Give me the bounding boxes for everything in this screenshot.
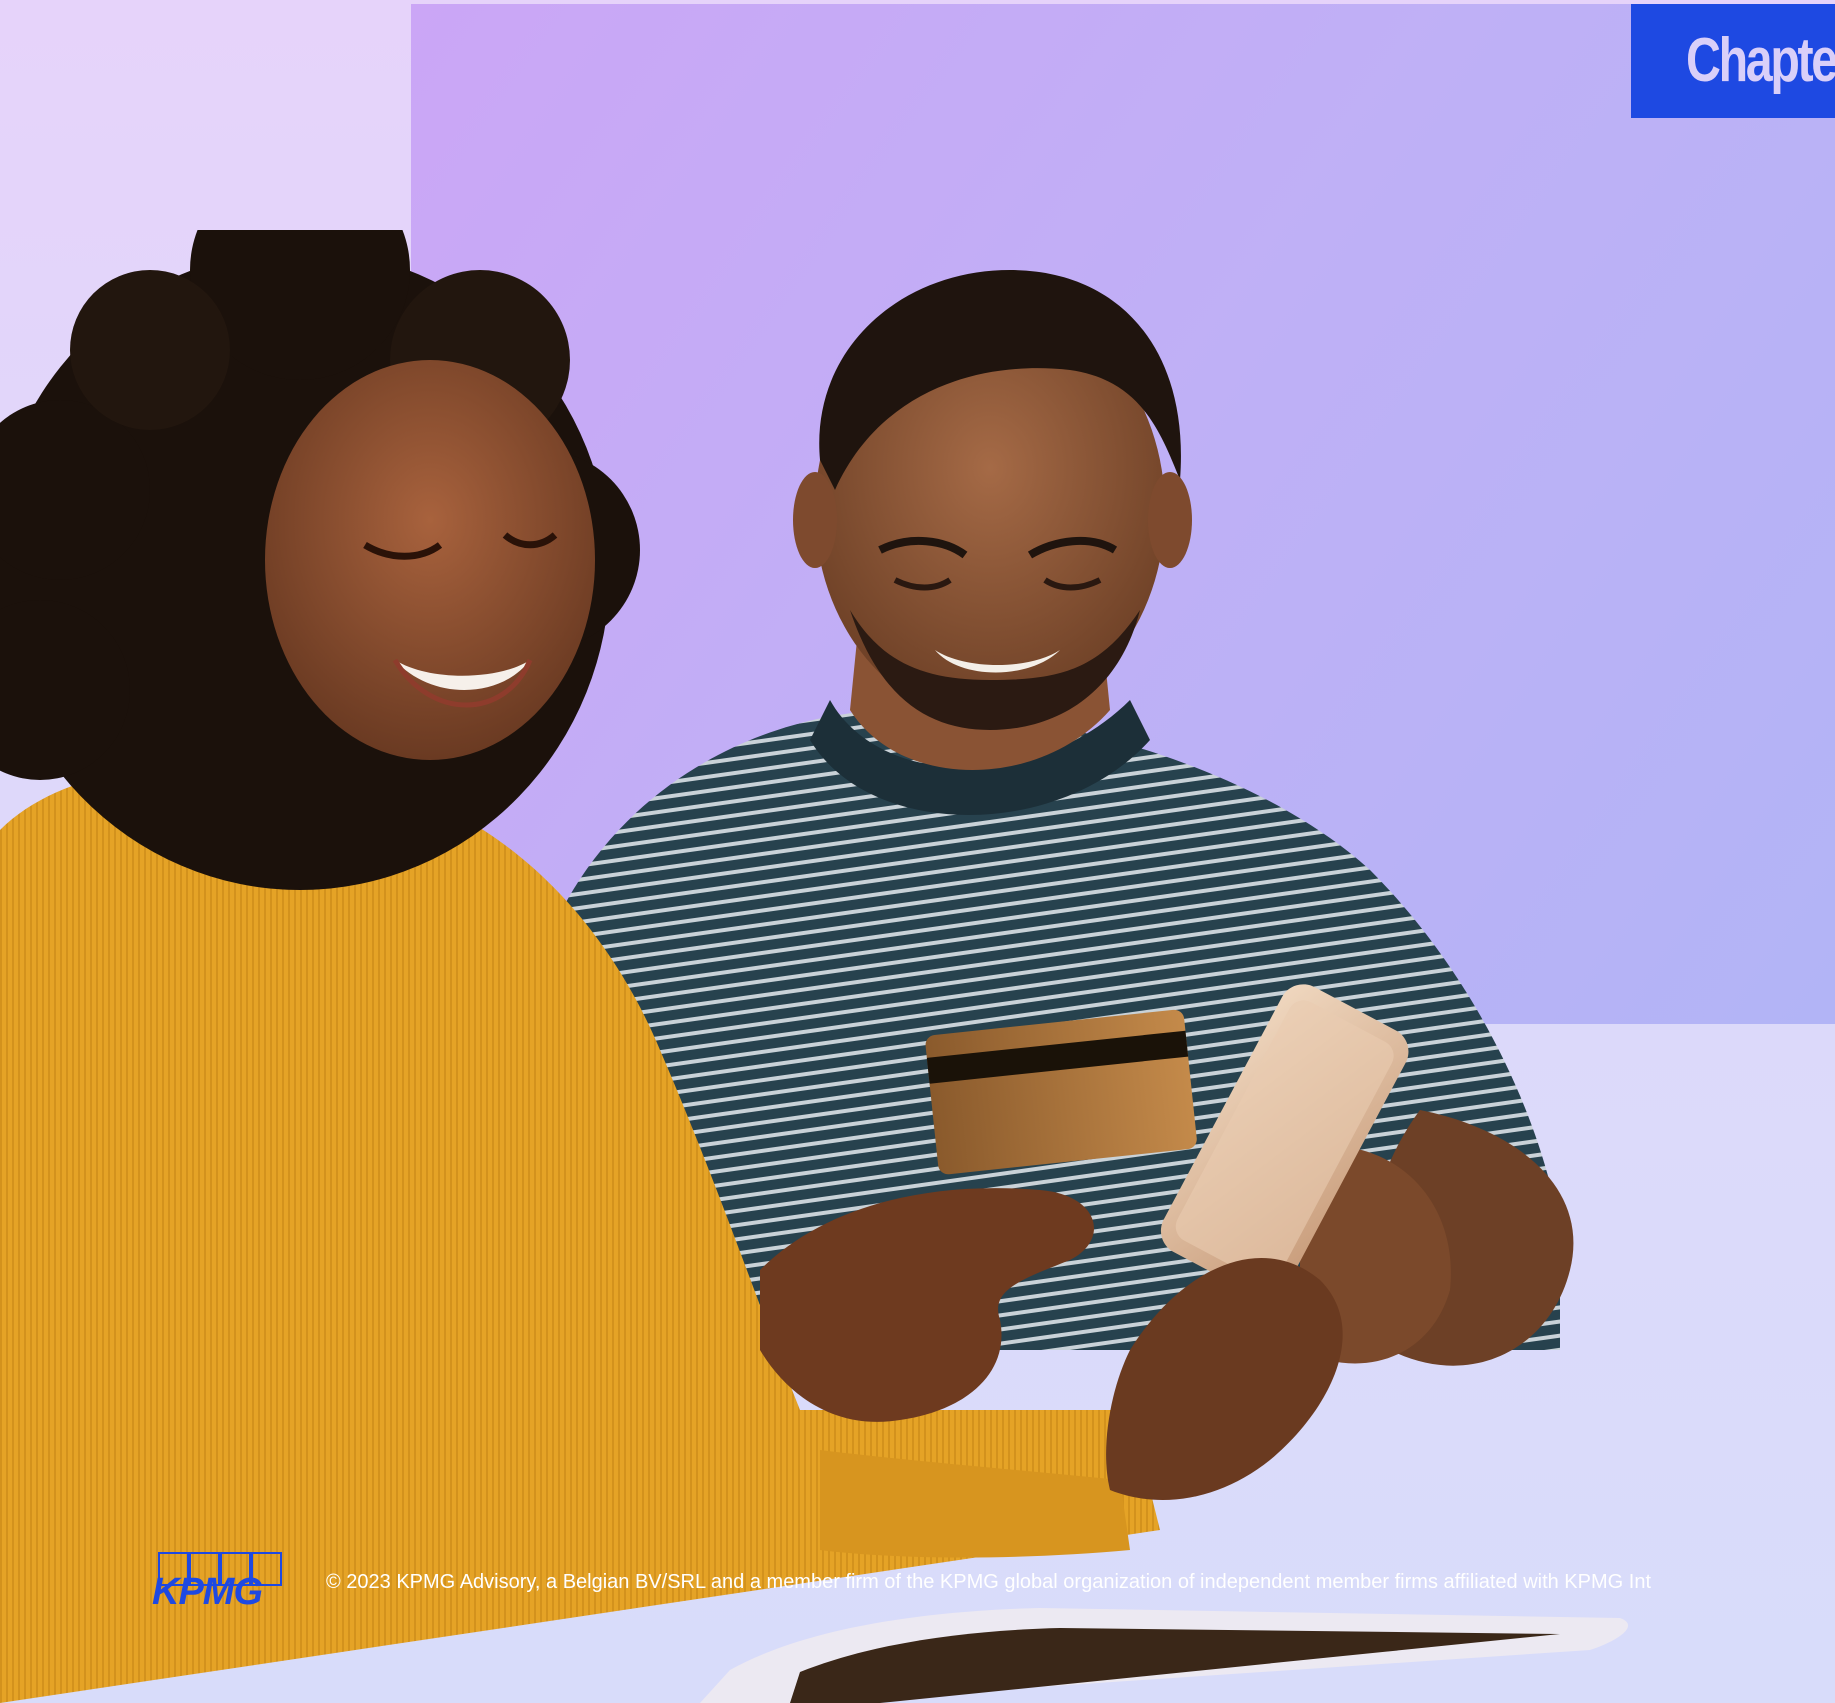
svg-text:KPMG: KPMG xyxy=(152,1571,262,1608)
chapter-tab-label: Chapte xyxy=(1686,26,1835,95)
copyright-notice: © 2023 KPMG Advisory, a Belgian BV/SRL a… xyxy=(326,1571,1651,1593)
chapter-tab[interactable]: Chapte xyxy=(1631,4,1835,118)
footer: KPMG © 2023 KPMG Advisory, a Belgian BV/… xyxy=(0,1540,1835,1620)
cover-page: Chapte KPMG © 2023 KPMG Advisory, a Belg… xyxy=(0,0,1835,1703)
people-with-card-and-phone-photo xyxy=(0,230,1629,1703)
kpmg-logo: KPMG xyxy=(152,1552,282,1608)
